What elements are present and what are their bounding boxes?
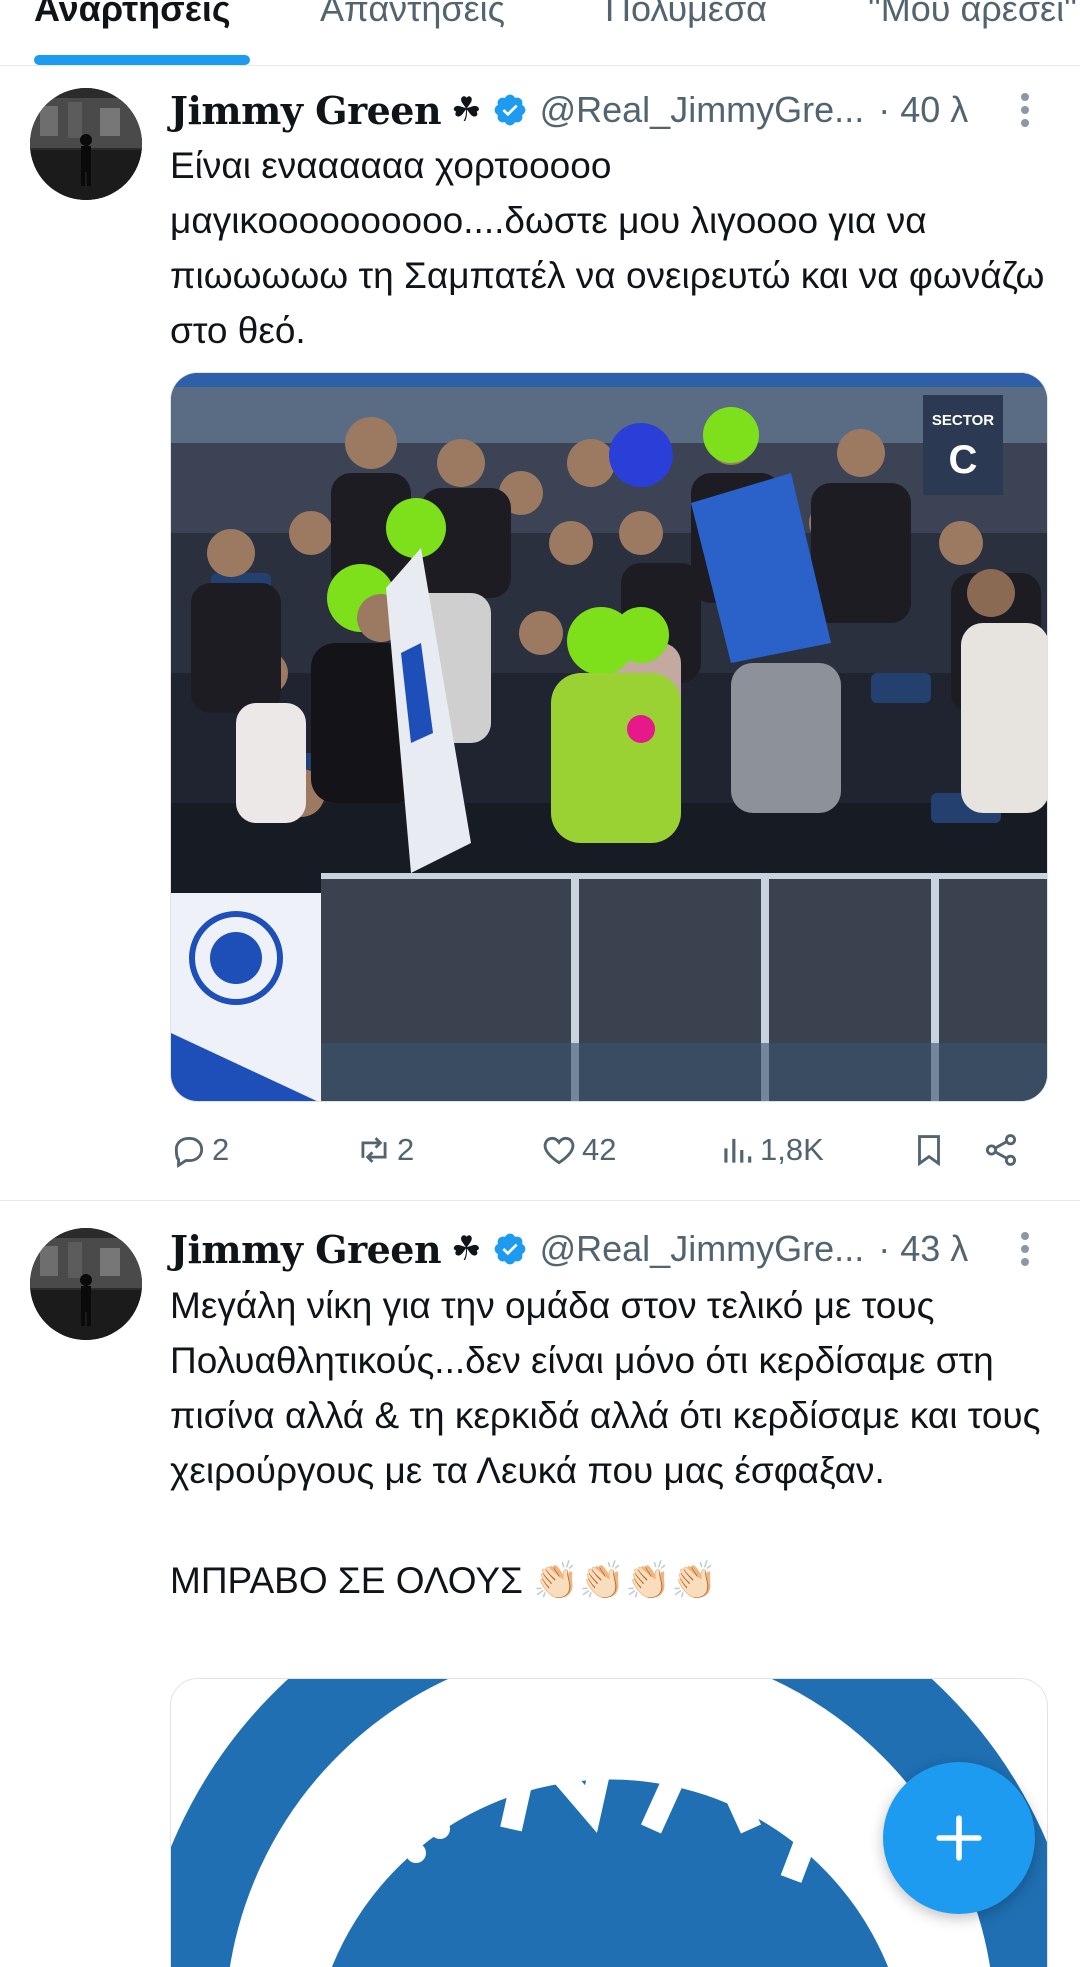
like-icon (543, 1136, 575, 1165)
tweet-header: Jimmy Green ☘ @Real_JimmyGre... · 40 λ (170, 85, 968, 135)
active-tab-indicator (34, 55, 250, 65)
tweet-time[interactable]: · 40 λ (878, 89, 968, 131)
tab-media[interactable]: Πολυμέσα (605, 0, 767, 30)
bookmark-icon (918, 1135, 940, 1167)
tab-replies[interactable]: Απαντήσεις (320, 0, 505, 30)
sector-label: SECTOR (932, 412, 994, 429)
reply-button[interactable]: 2 (170, 1125, 229, 1175)
tweet-text: Είναι εναααααα χορτοοοοο μαγικοοοοοοοοοο… (170, 145, 1055, 351)
reply-icon (174, 1137, 204, 1168)
tab-likes[interactable]: "Μου αρέσει" (868, 0, 1077, 30)
profile-tabs: Αναρτήσεις Απαντήσεις Πολυμέσα "Μου αρέσ… (0, 0, 1080, 66)
retweet-button[interactable]: 2 (355, 1125, 414, 1175)
verified-icon (494, 94, 525, 126)
avatar[interactable] (30, 88, 142, 200)
like-button[interactable]: 42 (540, 1125, 616, 1175)
tweet-time[interactable]: · 43 λ (878, 1228, 968, 1270)
more-icon[interactable] (1010, 85, 1040, 135)
views-button[interactable]: 1,8K (718, 1125, 824, 1175)
tweet-actions: 2 2 42 1,8K (170, 1125, 1040, 1175)
like-count: 42 (582, 1132, 617, 1167)
author-handle[interactable]: @Real_JimmyGre... (540, 1228, 865, 1270)
sector-letter: C (949, 438, 978, 482)
clover-emoji: ☘ (451, 1230, 482, 1268)
share-icon (985, 1134, 1017, 1166)
crowd-photo: SECTOR C (171, 373, 1047, 1101)
tweet-photo[interactable]: SECTOR C (170, 372, 1048, 1102)
reply-count: 2 (212, 1132, 230, 1167)
retweet-icon (361, 1137, 387, 1163)
share-button[interactable] (982, 1125, 1020, 1175)
author-handle[interactable]: @Real_JimmyGre... (540, 89, 865, 131)
author-name[interactable]: Jimmy Green (170, 88, 442, 133)
bookmark-button[interactable] (910, 1125, 948, 1175)
author-name[interactable]: Jimmy Green (170, 1227, 442, 1272)
tab-posts[interactable]: Αναρτήσεις (34, 0, 231, 30)
compose-button[interactable] (883, 1762, 1035, 1914)
clover-emoji: ☘ (451, 91, 482, 129)
compose-plus-icon (936, 1815, 982, 1861)
tweet-header: Jimmy Green ☘ @Real_JimmyGre... · 43 λ (170, 1224, 968, 1274)
more-icon[interactable] (1010, 1224, 1040, 1274)
views-count: 1,8K (760, 1132, 824, 1167)
avatar[interactable] (30, 1228, 142, 1340)
retweet-count: 2 (397, 1132, 415, 1167)
tweet-divider (0, 1200, 1080, 1201)
views-icon (724, 1138, 752, 1163)
tweet-text: Μεγάλη νίκη για την ομάδα στον τελικό με… (170, 1285, 1041, 1601)
verified-icon (494, 1233, 525, 1265)
